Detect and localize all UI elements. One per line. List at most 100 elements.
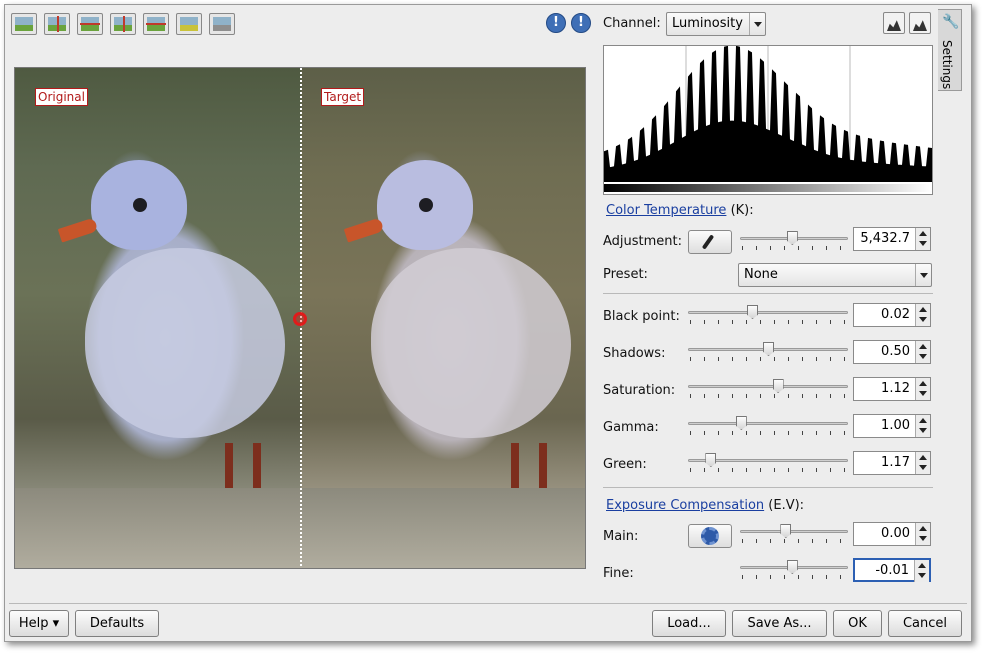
compare-icon[interactable] (209, 13, 235, 35)
adjustment-slider[interactable] (740, 231, 848, 253)
increment-icon[interactable] (919, 455, 927, 460)
main-exposure-slider[interactable] (740, 524, 848, 546)
adjustment-value: 5,432.7 (860, 231, 910, 246)
gamma-value: 1.00 (881, 418, 910, 433)
slider-thumb[interactable] (786, 560, 798, 574)
target-preview-icon[interactable] (176, 13, 202, 35)
underexposure-indicator-icon[interactable]: ! (571, 13, 591, 33)
linear-histogram-icon[interactable] (883, 12, 905, 34)
image-preview[interactable]: Original Target (14, 67, 586, 569)
gamma-slider[interactable] (688, 416, 848, 438)
slider-thumb[interactable] (772, 379, 784, 393)
slider-thumb[interactable] (735, 416, 747, 430)
increment-icon[interactable] (918, 563, 926, 568)
split-horizontal-duplicate-icon[interactable] (143, 13, 169, 35)
green-label: Green: (603, 457, 647, 472)
decrement-icon[interactable] (919, 536, 927, 541)
increment-icon[interactable] (919, 418, 927, 423)
help-button-label: Help (18, 616, 49, 631)
auto-exposure-button[interactable] (688, 524, 732, 548)
tab-settings[interactable]: 🔧 Settings (938, 9, 962, 91)
green-slider[interactable] (688, 453, 848, 475)
slider-thumb[interactable] (747, 305, 758, 319)
channel-select[interactable]: Luminosity (666, 12, 766, 36)
ok-button[interactable]: OK (833, 610, 882, 637)
shadows-spinbox[interactable]: 0.50 (853, 340, 931, 364)
eyedropper-icon (701, 234, 715, 250)
adjustment-spinbox[interactable]: 5,432.7 (853, 227, 931, 251)
preset-select[interactable]: None (738, 263, 932, 287)
color-temperature-link[interactable]: Color Temperature (606, 203, 726, 218)
histogram-graph (604, 46, 932, 192)
save-as-button[interactable]: Save As... (732, 610, 827, 637)
split-horizontal-icon[interactable] (77, 13, 103, 35)
fine-exposure-slider[interactable] (740, 560, 848, 582)
black-point-slider[interactable] (688, 305, 848, 327)
color-picker-button[interactable] (688, 230, 732, 254)
slider-thumb[interactable] (780, 524, 792, 538)
gamma-label: Gamma: (603, 420, 659, 435)
slider-thumb[interactable] (763, 342, 774, 356)
gear-icon (701, 527, 719, 545)
channel-select-value: Luminosity (672, 16, 743, 31)
main-exposure-spinbox[interactable]: 0.00 (853, 522, 931, 546)
shadows-slider[interactable] (688, 342, 848, 364)
shadows-label: Shadows: (603, 346, 666, 361)
wrench-icon: 🔧 (942, 14, 960, 30)
help-button[interactable]: Help ▾ (9, 610, 69, 637)
chevron-down-icon (749, 13, 765, 35)
exposure-heading: Exposure Compensation (E.V): (606, 498, 804, 513)
original-preview-icon[interactable] (11, 13, 37, 35)
overexposure-indicator-icon[interactable]: ! (546, 13, 566, 33)
histogram (603, 45, 933, 195)
divider (603, 293, 933, 294)
original-label: Original (35, 88, 88, 106)
slider-thumb[interactable] (705, 453, 717, 467)
target-label: Target (321, 88, 365, 106)
split-vertical-duplicate-icon[interactable] (110, 13, 136, 35)
preset-select-value: None (744, 267, 778, 282)
black-point-value: 0.02 (881, 307, 910, 322)
decrement-icon[interactable] (919, 465, 927, 470)
saturation-label: Saturation: (603, 383, 676, 398)
increment-icon[interactable] (919, 307, 927, 312)
main-label: Main: (603, 529, 639, 544)
green-value: 1.17 (881, 455, 910, 470)
color-temperature-heading: Color Temperature (K): (606, 203, 754, 218)
increment-icon[interactable] (919, 344, 927, 349)
decrement-icon[interactable] (919, 354, 927, 359)
chevron-down-icon (915, 264, 931, 286)
log-histogram-icon[interactable] (909, 12, 931, 34)
exposure-compensation-link[interactable]: Exposure Compensation (606, 498, 764, 513)
divider (9, 603, 967, 604)
fine-exposure-spinbox[interactable]: -0.01 (853, 558, 931, 582)
increment-icon[interactable] (919, 381, 927, 386)
load-button[interactable]: Load... (652, 610, 726, 637)
luminosity-gradient-bar (604, 184, 932, 192)
decrement-icon[interactable] (918, 573, 926, 578)
decrement-icon[interactable] (919, 391, 927, 396)
green-spinbox[interactable]: 1.17 (853, 451, 931, 475)
saturation-slider[interactable] (688, 379, 848, 401)
decrement-icon[interactable] (919, 241, 927, 246)
channel-label: Channel: (603, 16, 661, 31)
cancel-button[interactable]: Cancel (888, 610, 962, 637)
gamma-spinbox[interactable]: 1.00 (853, 414, 931, 438)
slider-thumb[interactable] (786, 231, 798, 245)
preset-label: Preset: (603, 267, 648, 282)
defaults-button[interactable]: Defaults (75, 610, 159, 637)
target-photo: Target (301, 68, 585, 568)
decrement-icon[interactable] (919, 317, 927, 322)
increment-icon[interactable] (919, 526, 927, 531)
original-photo: Original (15, 68, 301, 568)
saturation-spinbox[interactable]: 1.12 (853, 377, 931, 401)
white-balance-dialog: ! ! Original Target Channel: Luminosity … (4, 4, 972, 642)
split-vertical-icon[interactable] (44, 13, 70, 35)
black-point-spinbox[interactable]: 0.02 (853, 303, 931, 327)
fine-exposure-value: -0.01 (875, 563, 909, 578)
saturation-value: 1.12 (881, 381, 910, 396)
adjustment-label: Adjustment: (603, 234, 683, 249)
decrement-icon[interactable] (919, 428, 927, 433)
increment-icon[interactable] (919, 231, 927, 236)
split-handle[interactable] (293, 312, 307, 326)
